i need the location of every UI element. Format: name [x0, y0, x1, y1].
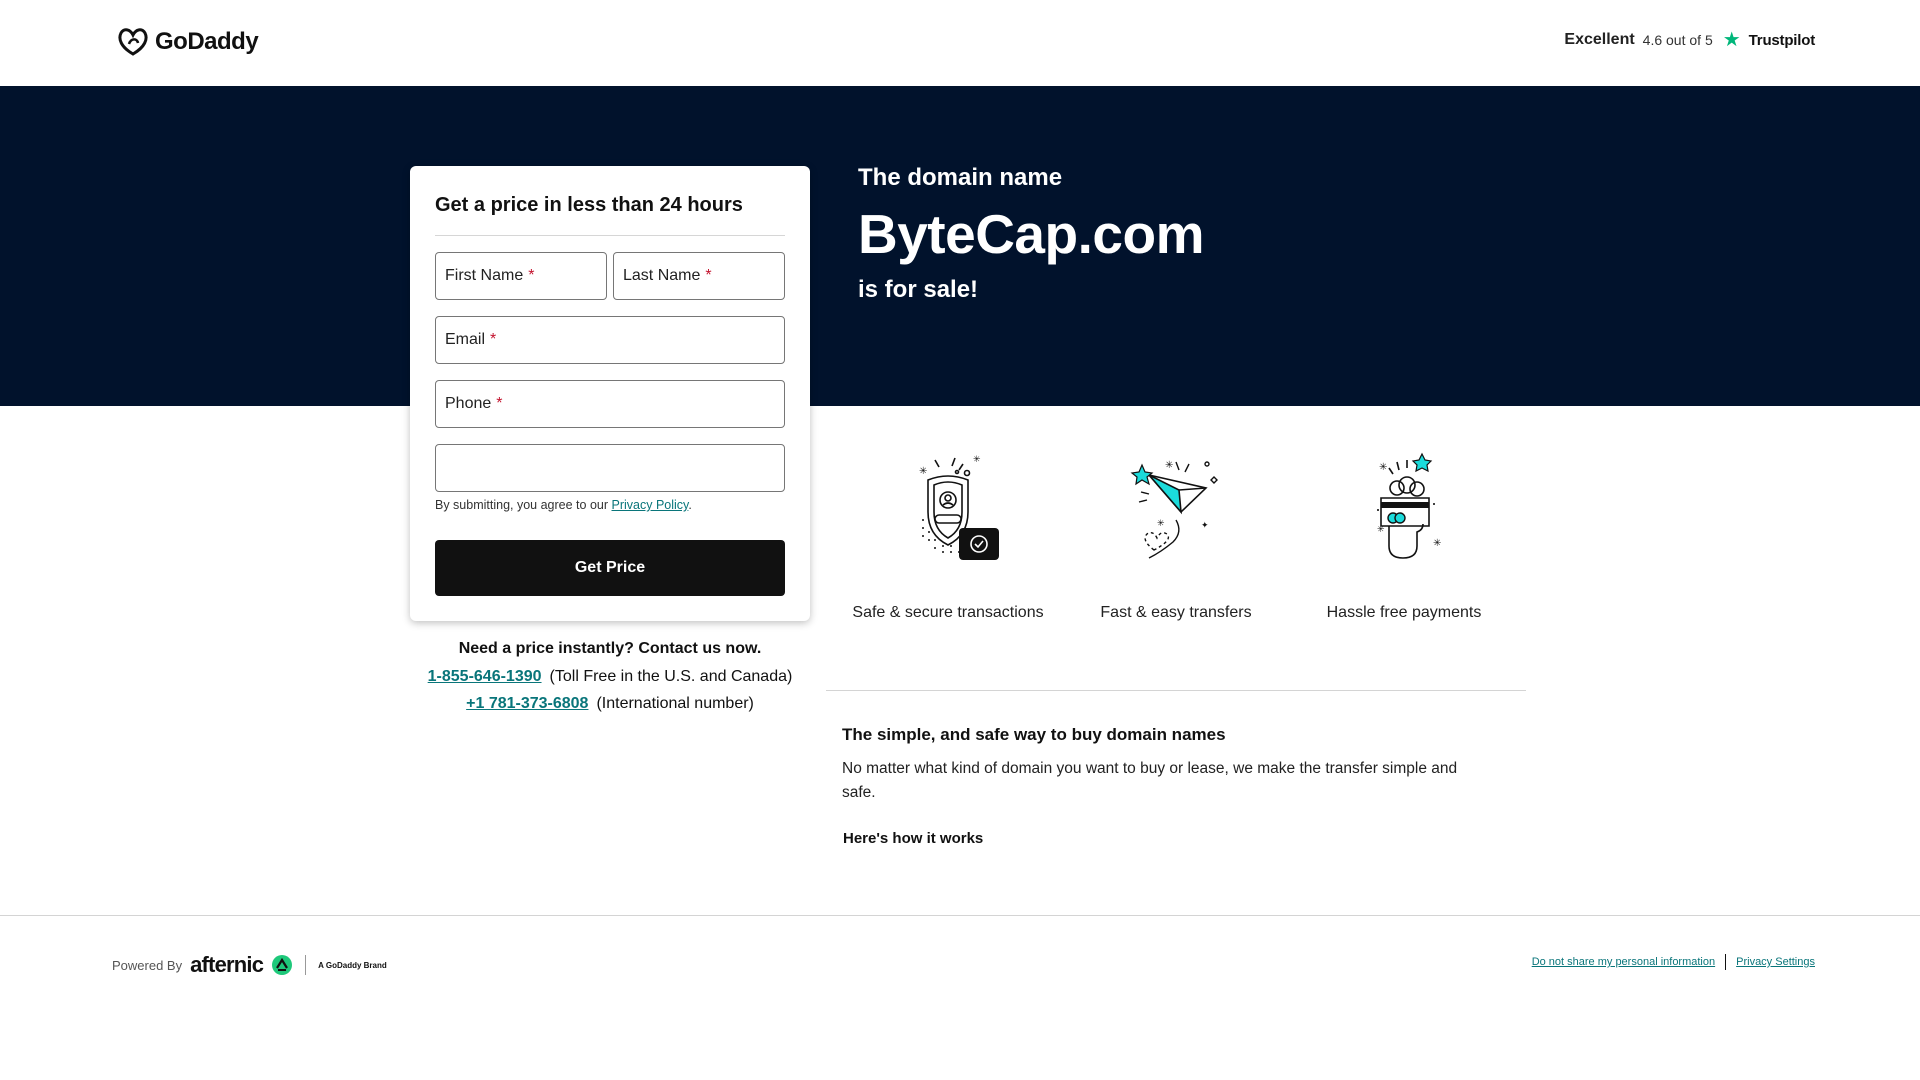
- trustpilot-rating-word: Excellent: [1564, 31, 1635, 48]
- feature-label: Safe & secure transactions: [852, 604, 1044, 621]
- toll-free-note: (Toll Free in the U.S. and Canada): [549, 668, 793, 685]
- form-title: Get a price in less than 24 hours: [435, 194, 743, 216]
- price-form-card: Get a price in less than 24 hours First …: [410, 166, 810, 621]
- trustpilot-rating[interactable]: Excellent 4.6 out of 5 ★ Trustpilot: [1564, 29, 1816, 51]
- first-name-label: First Name: [445, 267, 524, 284]
- godaddy-mark-icon: [118, 28, 148, 56]
- toll-free-line: 1-855-646-1390 (Toll Free in the U.S. and…: [410, 668, 810, 686]
- last-name-field[interactable]: Last Name *: [613, 252, 785, 300]
- feature-payments: ✳ ✳ ✳ Hassle free payments: [1294, 450, 1514, 622]
- svg-text:✦: ✦: [1201, 520, 1209, 530]
- trustpilot-brand: Trustpilot: [1748, 31, 1816, 49]
- privacy-settings-link[interactable]: Privacy Settings: [1736, 956, 1815, 968]
- international-note: (International number): [596, 695, 754, 712]
- international-line: +1 781-373-6808 (International number): [410, 695, 810, 713]
- trustpilot-score: 4.6 out of 5: [1642, 32, 1713, 48]
- contact-section: Need a price instantly? Contact us now. …: [410, 640, 810, 722]
- link-separator: [1725, 954, 1727, 970]
- site-header: GoDaddy Excellent 4.6 out of 5 ★ Trustpi…: [0, 0, 1920, 86]
- consent-period: .: [688, 498, 692, 512]
- hero-banner: The domain name ByteCap.com is for sale!: [0, 86, 1920, 406]
- info-title: The simple, and safe way to buy domain n…: [842, 725, 1226, 744]
- get-price-button[interactable]: Get Price: [435, 540, 785, 596]
- svg-text:✳: ✳: [919, 466, 927, 477]
- feature-transfers: ✳ ✳ ✦ Fast & easy transfers: [1066, 450, 1286, 622]
- additional-field[interactable]: [435, 444, 785, 492]
- phone-field[interactable]: Phone *: [435, 380, 785, 428]
- toll-free-phone-link[interactable]: 1-855-646-1390: [428, 668, 542, 685]
- svg-text:✳: ✳: [1165, 460, 1173, 471]
- email-field[interactable]: Email *: [435, 316, 785, 364]
- required-mark: *: [496, 395, 503, 412]
- hero-post-text: is for sale!: [858, 276, 979, 303]
- feature-label: Fast & easy transfers: [1100, 604, 1252, 621]
- paper-plane-icon: ✳ ✳ ✦: [1130, 460, 1218, 559]
- brand-divider: [305, 955, 307, 975]
- powered-by-text: Powered By: [112, 957, 183, 973]
- svg-text:✳: ✳: [1377, 524, 1385, 534]
- footer-links: Do not share my personal information Pri…: [1532, 954, 1815, 970]
- privacy-policy-link[interactable]: Privacy Policy: [612, 498, 689, 512]
- svg-text:✳: ✳: [1433, 538, 1441, 549]
- feature-secure: ✳ ✳ Safe & secure transactions: [838, 450, 1058, 622]
- afternic-logo-text: afternic: [190, 952, 264, 977]
- credit-card-hand-icon: ✳ ✳ ✳: [1377, 452, 1441, 559]
- afternic-logo-icon: [272, 955, 293, 975]
- feature-label: Hassle free payments: [1326, 604, 1482, 621]
- do-not-share-link[interactable]: Do not share my personal information: [1532, 956, 1715, 968]
- last-name-label: Last Name: [623, 267, 701, 284]
- powered-by-afternic: Powered By afternic A GoDaddy Brand: [112, 952, 387, 978]
- info-text: No matter what kind of domain you want t…: [842, 760, 1458, 801]
- svg-text:✳: ✳: [1379, 462, 1387, 473]
- required-mark: *: [490, 331, 497, 348]
- hero-pre-text: The domain name: [858, 164, 1063, 191]
- how-it-works-link[interactable]: Here's how it works: [843, 830, 983, 847]
- email-label: Email: [445, 331, 486, 348]
- required-mark: *: [705, 267, 712, 284]
- contact-heading: Need a price instantly? Contact us now.: [458, 640, 762, 657]
- hero-domain-name: ByteCap.com: [858, 203, 1204, 265]
- required-mark: *: [528, 267, 535, 284]
- logo-text: GoDaddy: [155, 28, 259, 55]
- godaddy-brand-tag: A GoDaddy Brand: [318, 960, 387, 970]
- svg-text:✳: ✳: [973, 454, 981, 464]
- consent-text: By submitting, you agree to our Privacy …: [435, 498, 692, 512]
- international-phone-link[interactable]: +1 781-373-6808: [466, 695, 588, 712]
- trustpilot-star-icon: ★: [1722, 29, 1741, 51]
- form-divider: [435, 235, 785, 236]
- godaddy-logo[interactable]: GoDaddy: [117, 27, 259, 57]
- first-name-field[interactable]: First Name *: [435, 252, 607, 300]
- section-divider: [826, 690, 1526, 691]
- consent-prefix: By submitting, you agree to our: [435, 498, 609, 512]
- site-footer: Powered By afternic A GoDaddy Brand Do n…: [0, 915, 1920, 1080]
- svg-text:✳: ✳: [1157, 518, 1165, 528]
- shield-icon: ✳ ✳: [919, 454, 999, 560]
- phone-label: Phone: [445, 395, 492, 412]
